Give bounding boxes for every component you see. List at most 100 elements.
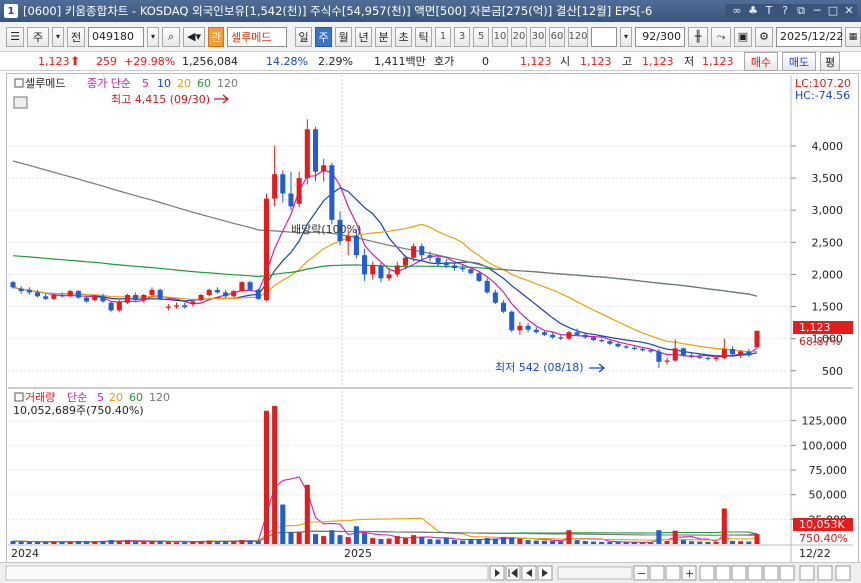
sell-button[interactable]: 매도 xyxy=(782,52,816,71)
interval-1[interactable]: 1 xyxy=(435,26,451,47)
candle-body xyxy=(525,325,531,330)
interval-20[interactable]: 20 xyxy=(511,26,527,47)
pin-icon[interactable]: ♣ xyxy=(745,4,761,18)
zoom-slider[interactable] xyxy=(557,566,633,580)
stock-code-input[interactable]: 049180 xyxy=(88,26,144,47)
period-month[interactable]: 월 xyxy=(335,26,352,47)
settings-gear-icon[interactable]: ⚙ xyxy=(755,26,773,47)
interval-30[interactable]: 30 xyxy=(530,26,546,47)
calendar-icon[interactable]: ▦ xyxy=(845,26,861,47)
eval-button[interactable]: 평 xyxy=(820,52,840,71)
chevron-down-icon[interactable]: ▾ xyxy=(52,26,64,47)
tool-8-button[interactable] xyxy=(779,565,795,581)
ask-value: 1,123 xyxy=(520,54,552,68)
max-annotation: 최고 4,415 (09/30) xyxy=(111,93,210,106)
period-minute[interactable]: 분 xyxy=(375,26,392,47)
indicator-icon[interactable]: ⤳ xyxy=(711,26,731,47)
volume-bar xyxy=(108,540,114,544)
candle-body xyxy=(59,294,65,297)
volume-bar xyxy=(296,531,302,544)
stock-name-field[interactable]: 셀루메드 xyxy=(227,26,287,47)
quote-bar: 1,123 ⬆ 259 +29.98% 1,256,084 14.28% 2.2… xyxy=(0,52,861,71)
interval-120[interactable]: 120 xyxy=(568,26,588,47)
search-icon[interactable]: ⌕ xyxy=(162,26,180,47)
min-annotation: 최저 542 (08/18) xyxy=(495,361,584,374)
tool-7-button[interactable] xyxy=(763,565,779,581)
tool-10-button[interactable] xyxy=(817,565,833,581)
volume-bar xyxy=(615,542,621,544)
legend-ma-label: 종가 단순 xyxy=(87,77,131,90)
candle-body xyxy=(108,302,114,311)
volume-bar xyxy=(721,508,727,544)
price-panel[interactable] xyxy=(8,75,791,387)
period-second[interactable]: 초 xyxy=(395,26,412,47)
volume-current-pct: 750.40% xyxy=(799,532,848,545)
tool-9-button[interactable] xyxy=(799,565,815,581)
volume-bar xyxy=(190,541,196,544)
interval-10[interactable]: 10 xyxy=(492,26,508,47)
volume-bar xyxy=(165,542,171,544)
volume-bar xyxy=(427,539,433,544)
mode-2-button[interactable]: 전 xyxy=(67,26,85,47)
volume-bar xyxy=(59,542,65,544)
period-tick[interactable]: 틱 xyxy=(415,26,432,47)
tool-6-button[interactable] xyxy=(747,565,763,581)
data-count: 92 xyxy=(642,30,657,43)
maximize-icon[interactable]: □ xyxy=(825,4,841,18)
date-input[interactable]: 2025/12/22 xyxy=(776,26,843,47)
current-price-label: 1,123 xyxy=(799,321,831,334)
scroll-track[interactable] xyxy=(5,565,489,581)
minimize-icon[interactable]: ─ xyxy=(809,4,825,18)
volume-legend-ma20: 20 xyxy=(109,391,123,404)
candle-body xyxy=(492,292,498,303)
candle-body xyxy=(26,289,32,293)
mode-1-select[interactable]: 주 xyxy=(27,26,49,47)
interval-dropdown-icon[interactable]: ▾ xyxy=(620,26,632,47)
candle-body xyxy=(427,255,433,258)
volume-bar xyxy=(599,541,605,544)
legend-ma120: 120 xyxy=(217,77,238,90)
chart-area[interactable]: 5001,0001,5002,0002,5003,0003,5004,000 2… xyxy=(6,73,859,563)
period-year[interactable]: 년 xyxy=(355,26,372,47)
candle-body xyxy=(689,355,695,357)
data-count-input[interactable]: 92/300 xyxy=(635,26,685,47)
candle-body xyxy=(345,235,351,242)
volume-bar xyxy=(247,540,253,544)
buy-button[interactable]: 매수 xyxy=(744,52,778,71)
candle-body xyxy=(640,348,646,351)
tool-2-button[interactable] xyxy=(665,565,681,581)
period-week[interactable]: 주 xyxy=(315,26,332,47)
favorite-icon[interactable]: 관 xyxy=(208,26,224,47)
volume-bar xyxy=(149,541,155,544)
volume-bar xyxy=(582,541,588,544)
volume-value: 1,256,084 xyxy=(182,54,238,68)
link-icon[interactable]: ∞ xyxy=(729,4,745,18)
interval-3[interactable]: 3 xyxy=(454,26,470,47)
volume-bar xyxy=(321,536,327,544)
tool-11-button[interactable] xyxy=(835,565,851,581)
volume-bar xyxy=(607,542,613,544)
restore-icon[interactable]: ⧉ xyxy=(793,4,809,18)
tool-5-button[interactable] xyxy=(731,565,747,581)
tool-1-button[interactable] xyxy=(649,565,665,581)
code-dropdown-icon[interactable]: ▾ xyxy=(147,26,159,47)
volume-bar xyxy=(386,538,392,544)
table-icon[interactable] xyxy=(13,96,28,109)
list-icon[interactable]: ☰ xyxy=(6,26,24,47)
save-icon[interactable]: ▣ xyxy=(734,26,752,47)
chart-type-icon[interactable]: ╫ xyxy=(688,26,708,47)
text-icon[interactable]: T xyxy=(761,4,777,18)
interval-custom-input[interactable] xyxy=(591,26,617,47)
chart-svg[interactable]: 5001,0001,5002,0002,5003,0003,5004,000 2… xyxy=(7,74,860,564)
period-day[interactable]: 일 xyxy=(295,26,312,47)
volume-tick-label: 75,000 xyxy=(809,464,848,477)
speaker-icon[interactable]: ◀▾ xyxy=(183,26,205,47)
tool-4-button[interactable] xyxy=(715,565,731,581)
close-icon[interactable]: ✕ xyxy=(841,4,857,18)
help-icon[interactable]: ? xyxy=(777,4,793,18)
candle-body xyxy=(460,268,466,270)
candle-body xyxy=(190,301,196,304)
interval-5[interactable]: 5 xyxy=(473,26,489,47)
tool-3-button[interactable] xyxy=(699,565,715,581)
interval-60[interactable]: 60 xyxy=(549,26,565,47)
